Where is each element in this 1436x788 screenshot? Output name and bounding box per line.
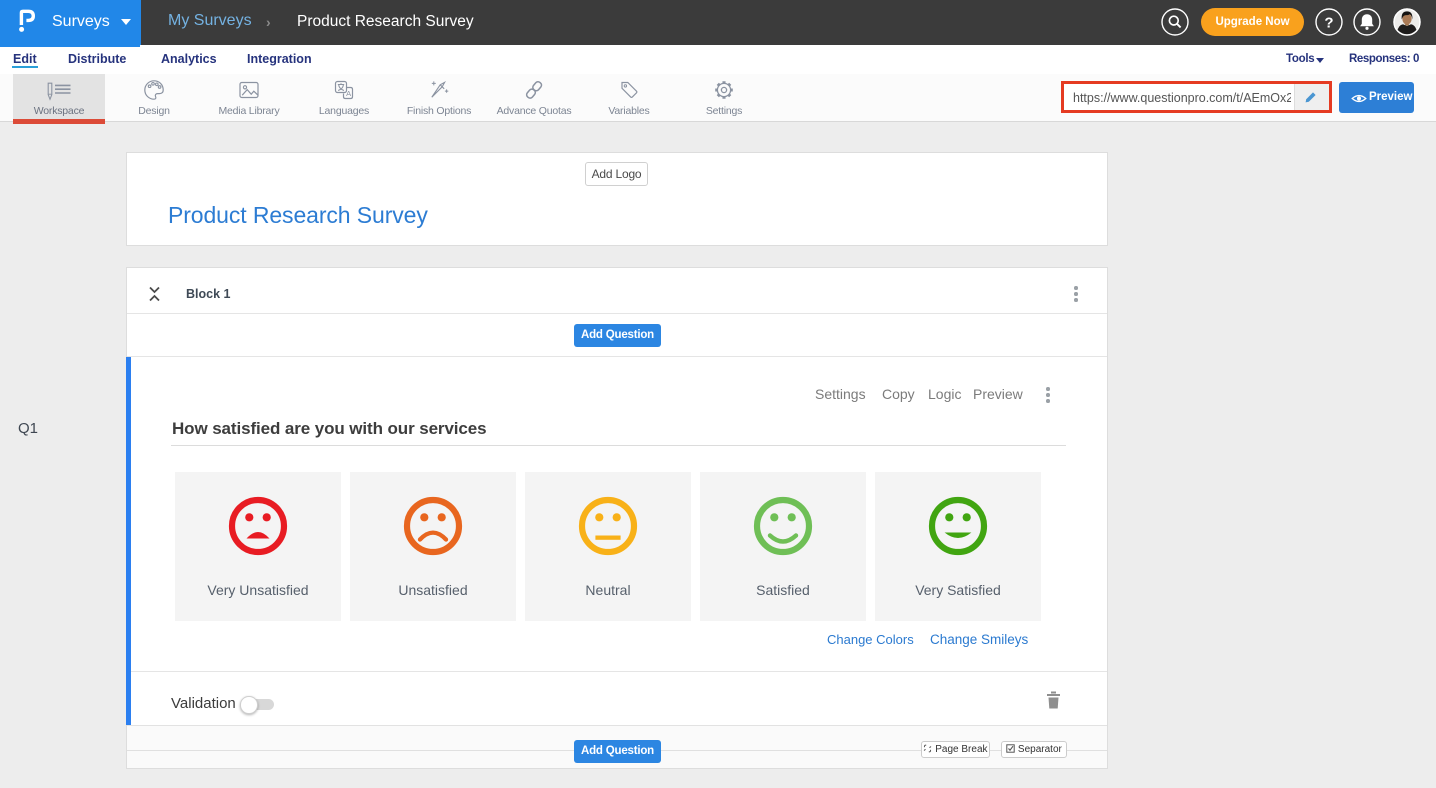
svg-text:A: A xyxy=(346,89,351,98)
svg-text:?: ? xyxy=(1324,15,1333,32)
